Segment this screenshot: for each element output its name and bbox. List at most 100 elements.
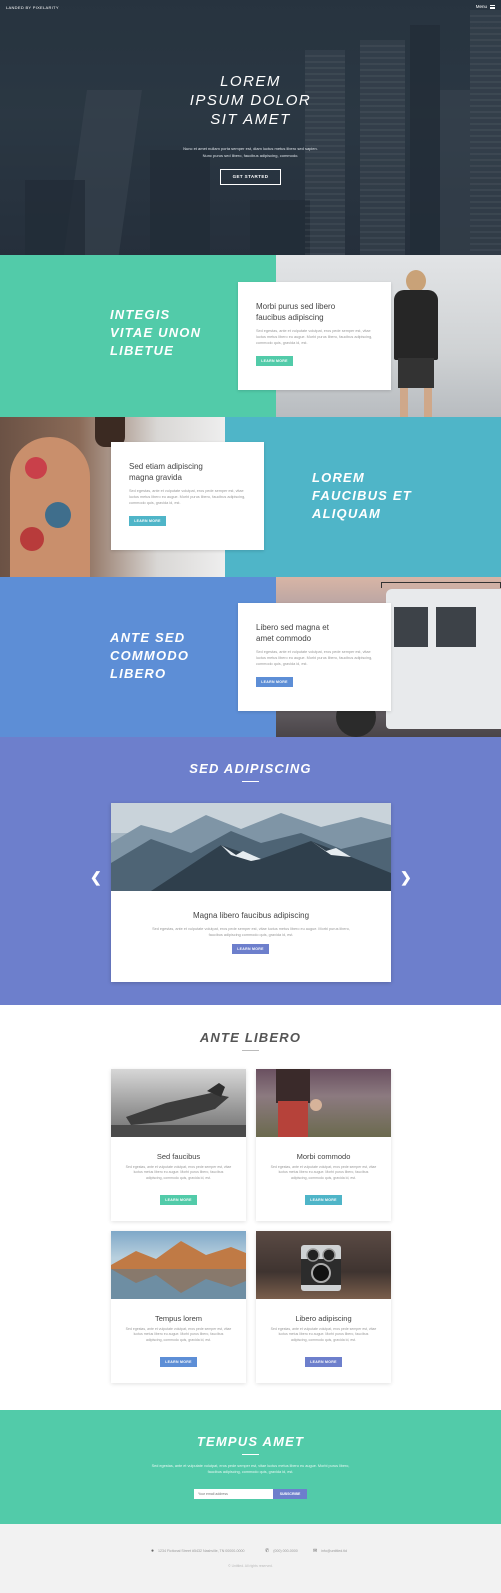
menu-toggle[interactable]: Menu: [476, 4, 495, 9]
spotlight-heading-line: Libero: [110, 666, 167, 681]
card-title-line: Morbi purus sed libero: [256, 302, 336, 311]
hero-title-line: Lorem: [220, 73, 281, 90]
grid-section: Ante Libero Sed faucibus Sed egestas, an…: [0, 1005, 501, 1410]
tattoo-flower: [45, 502, 71, 528]
newsletter-title: Tempus Amet: [196, 1434, 305, 1449]
learn-more-button[interactable]: Learn More: [305, 1195, 342, 1205]
map-marker-icon: ●: [151, 1548, 155, 1554]
card-title: Sed etiam adipiscing magna gravida: [129, 461, 246, 483]
spotlight-section-3: Ante Sed Commodo Libero Libero sed magna…: [0, 577, 501, 737]
grid-card-text: Sed egestas, ante et vulputate volutpat,…: [270, 1327, 377, 1342]
carousel-title: Sed Adipiscing: [189, 761, 312, 776]
slide-image: [111, 803, 391, 891]
spotlight-card: Sed etiam adipiscing magna gravida Sed e…: [111, 442, 264, 550]
grid-card-title: Morbi commodo: [296, 1152, 351, 1161]
card-title-line: amet commodo: [256, 634, 312, 643]
get-started-button[interactable]: Get Started: [220, 169, 281, 185]
footer-email[interactable]: ✉ info@untitled.tld: [313, 1548, 347, 1554]
vehicle-window: [394, 607, 428, 647]
email-input[interactable]: [194, 1489, 273, 1499]
lake-illustration: [111, 1241, 246, 1299]
card-title-line: faucibus adipiscing: [256, 313, 324, 322]
grid-title: Ante Libero: [199, 1030, 302, 1045]
grid-card-title: Sed faucibus: [156, 1152, 201, 1161]
footer: ● 1234 Fictional Street #5432 Nashville,…: [0, 1524, 501, 1593]
person-leg: [424, 388, 432, 417]
grid-card-title: Libero adipiscing: [295, 1314, 352, 1323]
email-text[interactable]: info@untitled.tld: [321, 1549, 347, 1553]
hero-title-line: Sit Amet: [210, 111, 291, 128]
grid-card-text: Sed egestas, ante et vulputate volutpat,…: [125, 1327, 232, 1342]
person-head: [406, 270, 426, 292]
person-leg: [400, 388, 408, 417]
grid-card-text: Sed egestas, ante et vulputate volutpat,…: [270, 1165, 377, 1180]
camera-illustration: [301, 1245, 341, 1291]
carousel-slide: Magna libero faucibus adipiscing Sed ege…: [111, 803, 391, 982]
card-title: Morbi purus sed libero faucibus adipisci…: [256, 301, 373, 323]
learn-more-button[interactable]: Learn More: [305, 1357, 342, 1367]
grid-card-title: Tempus lorem: [154, 1314, 203, 1323]
spotlight-heading: Integis Vitae Unon Libetue: [110, 306, 201, 360]
mountain-illustration: [111, 803, 391, 891]
learn-more-button[interactable]: Learn More: [256, 356, 293, 367]
vehicle-window: [436, 607, 476, 647]
spotlight-card: Libero sed magna et amet commodo Sed ege…: [238, 603, 391, 711]
grid-card: Tempus lorem Sed egestas, ante et vulput…: [111, 1231, 246, 1383]
spotlight-heading-line: Commodo: [110, 648, 190, 663]
carousel-section: Sed Adipiscing ❮ ❯ Magna libero faucibus…: [0, 737, 501, 1005]
site-brand[interactable]: Landed by Pixelarity: [6, 5, 59, 10]
card-title-line: Libero sed magna et: [256, 623, 329, 632]
grid-card-image: [256, 1231, 391, 1299]
phone-icon: ✆: [265, 1548, 270, 1554]
spotlight-heading: Ante Sed Commodo Libero: [110, 629, 189, 683]
grid-card-text: Sed egestas, ante et vulputate volutpat,…: [125, 1165, 232, 1180]
slide-text: Sed egestas, ante et vulputate volutpat,…: [152, 927, 350, 937]
envelope-icon: ✉: [313, 1548, 318, 1554]
spotlight-heading-line: Vitae Unon: [110, 325, 202, 340]
spotlight-section-1: Integis Vitae Unon Libetue Morbi purus s…: [0, 255, 501, 417]
card-text: Sed egestas, ante et vulputate volutpat,…: [256, 650, 373, 666]
tattoo-flower: [25, 457, 47, 479]
phone-text: (000) 000-0000: [273, 1549, 298, 1553]
grid-card-image: [111, 1231, 246, 1299]
hero-section: Landed by Pixelarity Menu Lorem Ipsum Do…: [0, 0, 501, 255]
title-rule: [242, 1050, 259, 1051]
footer-address: ● 1234 Fictional Street #5432 Nashville,…: [151, 1548, 244, 1554]
copyright: © Untitled. All rights reserved.: [228, 1564, 273, 1568]
newsletter-section: Tempus Amet Sed egestas, ante et vulputa…: [0, 1410, 501, 1524]
spotlight-heading-line: Integis: [110, 307, 171, 322]
learn-more-button[interactable]: Learn More: [160, 1357, 197, 1367]
hero-title: Lorem Ipsum Dolor Sit Amet: [0, 72, 501, 129]
spotlight-heading-line: Lorem: [312, 470, 365, 485]
spotlight-section-2: Lorem Faucibus et Aliquam Sed etiam adip…: [0, 417, 501, 577]
plane-wreck-illustration: [111, 1083, 246, 1137]
grid-card-image: [111, 1069, 246, 1137]
card-title: Libero sed magna et amet commodo: [256, 622, 373, 644]
hero-text-line: Nunc purus sed libero, faucibus adipisci…: [202, 152, 299, 158]
person-legs: [398, 358, 434, 388]
person-body: [394, 290, 438, 360]
hero-title-line: Ipsum Dolor: [189, 92, 312, 109]
menu-label: Menu: [475, 4, 487, 9]
chevron-left-icon[interactable]: ❮: [90, 870, 102, 884]
spotlight-heading-line: Aliquam: [312, 506, 382, 521]
address-text: 1234 Fictional Street #5432 Nashville, T…: [158, 1549, 245, 1553]
spotlight-heading-line: Libetue: [110, 343, 175, 358]
hiker-illustration: [276, 1069, 322, 1137]
footer-phone: ✆ (000) 000-0000: [265, 1548, 298, 1554]
spotlight-heading: Lorem Faucibus et Aliquam: [312, 469, 412, 523]
learn-more-button[interactable]: Learn More: [256, 677, 293, 688]
learn-more-button[interactable]: Learn More: [232, 944, 269, 954]
learn-more-button[interactable]: Learn More: [160, 1195, 197, 1205]
grid-card: Morbi commodo Sed egestas, ante et vulpu…: [256, 1069, 391, 1221]
learn-more-button[interactable]: Learn More: [129, 516, 166, 527]
spotlight-card: Morbi purus sed libero faucibus adipisci…: [238, 282, 391, 390]
title-rule: [242, 781, 259, 782]
hero-text: Nunc et amet nullam porta semper est, di…: [150, 146, 351, 159]
card-text: Sed egestas, ante et vulputate volutpat,…: [129, 489, 246, 505]
newsletter-text: Sed egestas, ante et vulputate volutpat,…: [151, 1464, 350, 1474]
card-title-line: Sed etiam adipiscing: [129, 462, 203, 471]
grid-card: Sed faucibus Sed egestas, ante et vulput…: [111, 1069, 246, 1221]
subscribe-button[interactable]: Subscribe: [273, 1489, 307, 1499]
chevron-right-icon[interactable]: ❯: [400, 870, 412, 884]
